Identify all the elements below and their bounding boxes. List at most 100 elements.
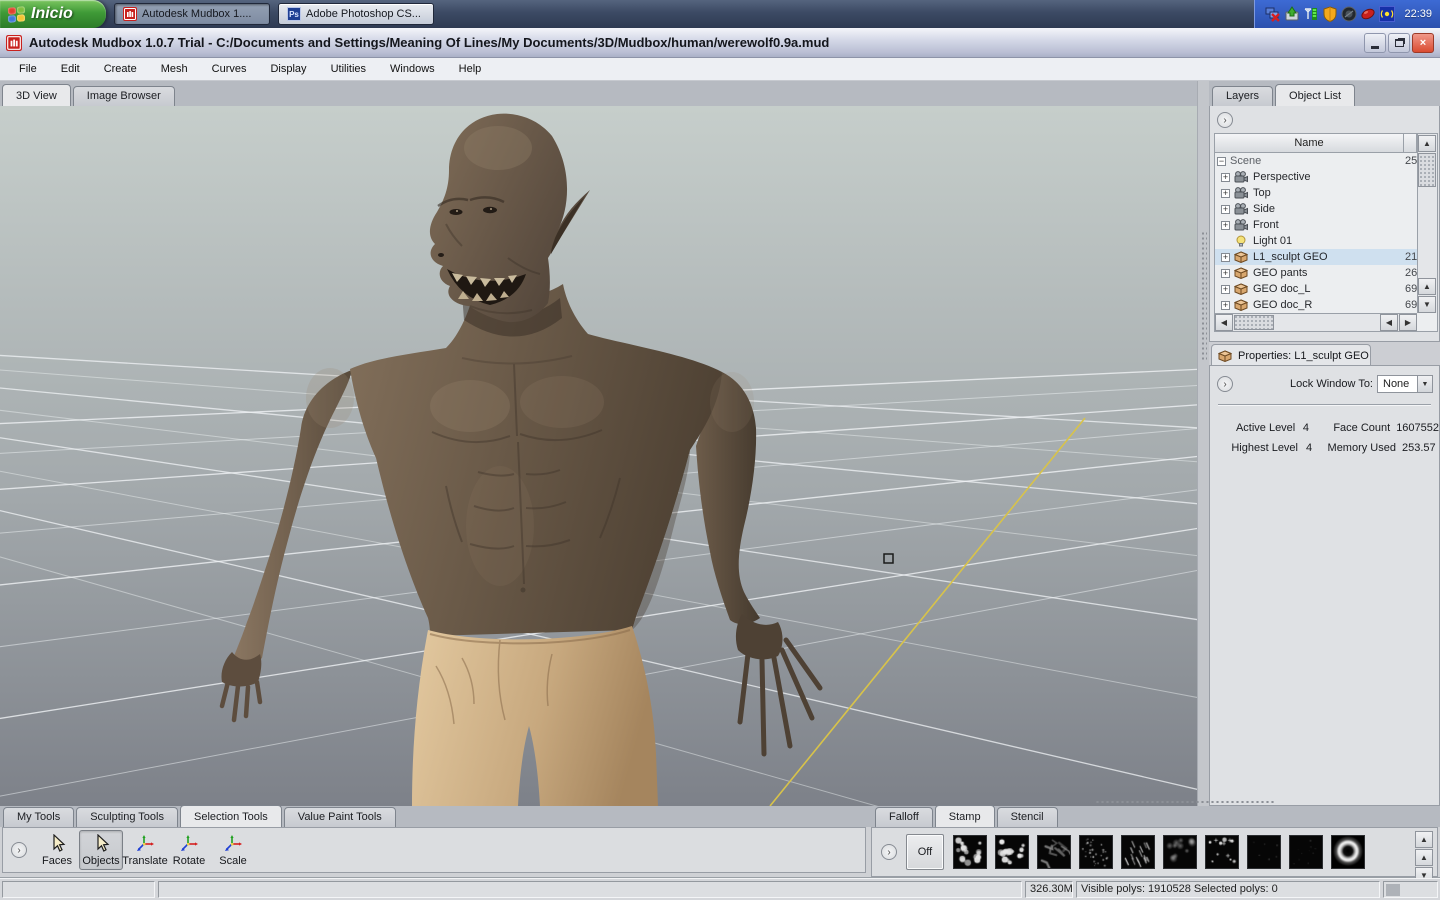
stamp-scratches[interactable]: [1037, 835, 1071, 869]
panel-expander-button[interactable]: ›: [881, 844, 897, 860]
object-list-vscrollbar[interactable]: ▲ ▲ ▼: [1417, 134, 1437, 313]
tree-row-side[interactable]: + Side: [1215, 201, 1417, 217]
monitor-icon[interactable]: [1341, 6, 1357, 22]
tab-sculpting-tools[interactable]: Sculpting Tools: [76, 807, 178, 827]
active-level-value: 4: [1302, 422, 1309, 434]
menu-windows[interactable]: Windows: [379, 60, 446, 78]
menu-edit[interactable]: Edit: [50, 60, 91, 78]
menu-file[interactable]: File: [8, 60, 48, 78]
taskbar-window-photoshop[interactable]: Ps Adobe Photoshop CS...: [278, 3, 434, 25]
tool-translate[interactable]: Translate: [122, 830, 168, 870]
panel-splitter[interactable]: [1197, 81, 1209, 806]
stamp-ring[interactable]: [1331, 835, 1365, 869]
tab-my-tools[interactable]: My Tools: [3, 807, 75, 827]
lock-window-dropdown[interactable]: None ▼: [1377, 375, 1433, 393]
tab-layers[interactable]: Layers: [1212, 86, 1274, 106]
collapse-icon[interactable]: −: [1217, 156, 1226, 166]
status-segment-message: [158, 881, 1022, 898]
menu-create[interactable]: Create: [93, 60, 148, 78]
face-count-value: 1607552: [1396, 422, 1440, 434]
object-list-hscrollbar[interactable]: ◀ ◀ ▶: [1215, 313, 1417, 331]
tab-object-list[interactable]: Object List: [1275, 84, 1355, 106]
tool-scale[interactable]: Scale: [211, 830, 255, 870]
scroll-left-button[interactable]: ◀: [1215, 314, 1233, 331]
tree-row-geo-doc-r[interactable]: + GEO doc_R 69: [1215, 297, 1417, 313]
tab-value-paint-tools[interactable]: Value Paint Tools: [283, 807, 396, 827]
tree-row-perspective[interactable]: + Perspective: [1215, 169, 1417, 185]
stamp-splatter[interactable]: [1205, 835, 1239, 869]
tab-stamp[interactable]: Stamp: [934, 805, 995, 827]
panel-expander-button[interactable]: ›: [1217, 376, 1233, 392]
expand-icon[interactable]: +: [1221, 188, 1230, 198]
stamp-blobs-1[interactable]: [953, 835, 987, 869]
network-offline-icon[interactable]: [1265, 6, 1281, 22]
expand-icon[interactable]: +: [1221, 284, 1230, 294]
expand-icon[interactable]: +: [1221, 204, 1230, 214]
menu-mesh[interactable]: Mesh: [150, 60, 199, 78]
tree-row-geo-pants[interactable]: + GEO pants 26: [1215, 265, 1417, 281]
photoshop-icon: Ps: [287, 7, 301, 21]
wireless-icon[interactable]: [1379, 6, 1396, 22]
stamp-blobs-2[interactable]: [995, 835, 1029, 869]
stamp-dashes[interactable]: [1121, 835, 1155, 869]
scroll-up-button[interactable]: ▲: [1418, 278, 1436, 295]
tab-image-browser[interactable]: Image Browser: [72, 86, 175, 106]
tree-row-geo-doc-l[interactable]: + GEO doc_L 69: [1215, 281, 1417, 297]
stamp-soft-dots[interactable]: [1163, 835, 1197, 869]
panel-drag-grip[interactable]: [1095, 800, 1275, 805]
menu-display[interactable]: Display: [259, 60, 317, 78]
menu-curves[interactable]: Curves: [201, 60, 258, 78]
tab-selection-tools[interactable]: Selection Tools: [180, 805, 282, 827]
signal-strength-icon[interactable]: [1303, 6, 1319, 22]
tool-faces[interactable]: Faces: [35, 830, 79, 870]
tab-3d-view[interactable]: 3D View: [2, 84, 71, 106]
menu-help[interactable]: Help: [448, 60, 493, 78]
updates-icon[interactable]: [1284, 6, 1300, 22]
stamp-off-button[interactable]: Off: [906, 834, 944, 870]
stamp-speckle[interactable]: [1079, 835, 1113, 869]
expand-icon[interactable]: +: [1221, 252, 1230, 262]
scroll-up-button[interactable]: ▲: [1418, 135, 1436, 152]
tool-rotate[interactable]: Rotate: [167, 830, 211, 870]
scroll-right-button[interactable]: ▶: [1399, 314, 1417, 331]
taskbar-window-mudbox[interactable]: Autodesk Mudbox 1....: [114, 3, 270, 25]
close-button[interactable]: ×: [1412, 32, 1434, 53]
restore-button[interactable]: [1388, 32, 1410, 53]
scroll-left-button[interactable]: ◀: [1380, 314, 1398, 331]
3d-viewport[interactable]: [0, 106, 1201, 899]
panel-expander-button[interactable]: ›: [1217, 112, 1233, 128]
stamp-dark[interactable]: [1247, 835, 1281, 869]
start-button[interactable]: Inicio: [0, 0, 106, 28]
tab-stencil[interactable]: Stencil: [996, 807, 1058, 827]
tab-falloff[interactable]: Falloff: [875, 807, 933, 827]
tree-row-l1-sculpt-geo[interactable]: + L1_sculpt GEO 21: [1215, 249, 1417, 265]
tool-label: Rotate: [172, 855, 206, 867]
tree-row-light-01[interactable]: + Light 01: [1215, 233, 1417, 249]
memory-used-value: 253.57: [1402, 442, 1436, 454]
expand-icon[interactable]: +: [1221, 172, 1230, 182]
security-shield-icon[interactable]: [1322, 6, 1338, 22]
tree-row-front[interactable]: + Front: [1215, 217, 1417, 233]
tool-objects[interactable]: Objects: [79, 830, 123, 870]
column-header-name[interactable]: Name: [1215, 134, 1404, 153]
scrollbar-thumb[interactable]: [1418, 153, 1436, 187]
scroll-down-button[interactable]: ▼: [1418, 296, 1436, 313]
scrollbar-thumb[interactable]: [1234, 315, 1274, 330]
expand-icon[interactable]: +: [1221, 220, 1230, 230]
tree-row-top[interactable]: + Top: [1215, 185, 1417, 201]
menu-utilities[interactable]: Utilities: [320, 60, 377, 78]
face-count-label: Face Count: [1333, 422, 1391, 434]
scroll-up-button[interactable]: ▲: [1415, 849, 1433, 866]
column-header-value[interactable]: [1404, 134, 1417, 153]
status-bar: 326.30M Visible polys: 1910528 Selected …: [0, 878, 1440, 900]
stamp-faint-dots[interactable]: [1289, 835, 1323, 869]
properties-tab[interactable]: Properties: L1_sculpt GEO: [1211, 344, 1371, 366]
minimize-button[interactable]: [1364, 32, 1386, 53]
expand-icon[interactable]: +: [1221, 300, 1230, 310]
panel-expander-button[interactable]: ›: [11, 842, 27, 858]
mouse-icon[interactable]: [1360, 6, 1376, 22]
chevron-down-icon[interactable]: ▼: [1417, 376, 1432, 392]
expand-icon[interactable]: +: [1221, 268, 1230, 278]
tree-row-scene[interactable]: − Scene 25: [1215, 153, 1417, 169]
scroll-up-button[interactable]: ▲: [1415, 831, 1433, 848]
